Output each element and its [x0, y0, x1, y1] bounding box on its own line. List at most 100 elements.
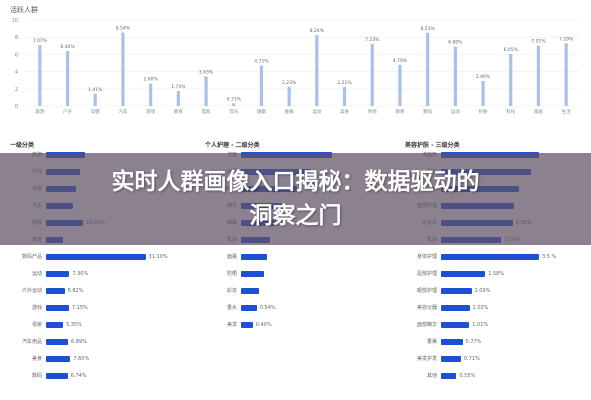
- breakdown-row[interactable]: 汽车用品 6.89%: [10, 337, 87, 346]
- bar[interactable]: [121, 32, 125, 106]
- row-value: 7.60%: [73, 355, 90, 362]
- row-bar: [441, 355, 461, 362]
- bar[interactable]: [370, 43, 374, 106]
- row-bar: [441, 372, 457, 379]
- bar[interactable]: [564, 43, 568, 106]
- row-bar-track: [441, 304, 470, 311]
- breakdown-row[interactable]: 面部精华 1.01%: [405, 320, 488, 329]
- row-label: 唇部护理: [416, 271, 437, 277]
- x-tick-label: 科技: [506, 108, 515, 115]
- breakdown-row[interactable]: 眼部护理 1.09%: [405, 286, 490, 295]
- row-bar: [241, 253, 268, 260]
- row-bar-track: [241, 270, 265, 277]
- row-value: 7.15%: [71, 304, 88, 311]
- bar-value-label: 8.51%: [421, 26, 436, 32]
- row-value: 1.02%: [472, 304, 489, 311]
- breakdown-row[interactable]: 游戏 7.15%: [10, 303, 88, 312]
- breakdown-row[interactable]: 户外运动 5.82%: [10, 286, 84, 295]
- breakdown-row[interactable]: 彩妆: [205, 286, 259, 295]
- row-label: 美容仪器: [416, 305, 437, 311]
- bar[interactable]: [176, 91, 180, 106]
- breakdown-row[interactable]: 母婴 5.35%: [10, 320, 82, 329]
- row-bar-track: [241, 321, 253, 328]
- row-value: 5.82%: [67, 287, 84, 294]
- bar[interactable]: [398, 64, 402, 106]
- row-bar-track: [441, 338, 463, 345]
- row-bar-track: [441, 287, 472, 294]
- bar-value-label: 2.23%: [282, 80, 297, 86]
- breakdown-row[interactable]: 运动 7.30%: [10, 269, 88, 278]
- bar[interactable]: [93, 93, 97, 106]
- headline-line-2: 洞察之门: [249, 203, 342, 229]
- breakdown-row[interactable]: 美容仪器 1.02%: [405, 303, 488, 312]
- bar[interactable]: [149, 83, 153, 106]
- breakdown-row[interactable]: 唇部护理 1.58%: [405, 269, 504, 278]
- x-tick-label: 教育: [395, 108, 404, 115]
- row-bar: [46, 253, 146, 260]
- row-label: 汽车用品: [21, 339, 42, 345]
- bar[interactable]: [259, 65, 264, 106]
- y-tick-label: 4: [15, 70, 18, 76]
- row-bar-track: [441, 355, 461, 362]
- bar[interactable]: [232, 103, 236, 106]
- row-bar-track: [441, 372, 457, 379]
- breakdown-row[interactable]: 美发护发 0.71%: [405, 354, 480, 363]
- row-bar-track: [441, 321, 470, 328]
- breakdown-row[interactable]: 美发 0.40%: [205, 320, 272, 329]
- row-label: 香薰: [426, 339, 437, 345]
- row-value: 1.58%: [488, 270, 505, 277]
- bar[interactable]: [65, 50, 70, 106]
- row-bar: [46, 321, 64, 328]
- row-bar-track: [46, 321, 64, 328]
- bar-value-label: 7.23%: [365, 37, 380, 43]
- breakdown-row[interactable]: 其他 0.55%: [405, 371, 475, 380]
- row-label: 身体护理: [416, 254, 437, 260]
- bar[interactable]: [453, 46, 457, 106]
- breakdown-row[interactable]: 防晒: [205, 269, 265, 278]
- bar[interactable]: [38, 45, 42, 106]
- x-tick-label: 汽车: [118, 108, 127, 115]
- row-bar-track: [46, 338, 69, 345]
- bar-value-label: 4.71%: [254, 58, 269, 64]
- row-label: 其他: [426, 373, 437, 379]
- breakdown-row[interactable]: 面霜: [205, 252, 268, 261]
- bar[interactable]: [536, 45, 541, 106]
- row-label: 数码: [31, 373, 42, 379]
- row-bar: [241, 304, 257, 311]
- bar-value-label: 6.40%: [60, 44, 75, 50]
- breakdown-row[interactable]: 香薰 0.77%: [405, 337, 481, 346]
- x-tick-label: 健康: [257, 108, 266, 115]
- bar[interactable]: [342, 86, 347, 106]
- breakdown-row[interactable]: 数码 6.74%: [10, 371, 86, 380]
- bar[interactable]: [315, 35, 319, 106]
- row-value: 5.35%: [66, 321, 82, 328]
- bar[interactable]: [481, 81, 485, 106]
- bar-value-label: 7.29%: [559, 36, 574, 42]
- row-label: 运动: [31, 271, 42, 277]
- row-value: 6.74%: [70, 372, 87, 379]
- bar-value-label: 8.54%: [116, 26, 131, 32]
- y-tick-label: 10: [12, 18, 18, 24]
- row-bar: [46, 304, 69, 311]
- breakdown-row[interactable]: 数码产品 31.10%: [10, 252, 168, 261]
- row-bar: [46, 270, 70, 277]
- top-bar-chart: 10 8 6 4 2 0 7.07% 旅游 6.40% 户外 1.41% 母婴 8.54% 汽车 2.60%…: [12, 18, 580, 115]
- breakdown-row[interactable]: 香水 0.54%: [205, 303, 276, 312]
- bar[interactable]: [426, 32, 430, 107]
- x-tick-label: 数码: [423, 108, 432, 115]
- bar[interactable]: [287, 86, 291, 106]
- row-bar: [46, 355, 71, 362]
- bar[interactable]: [509, 53, 513, 106]
- row-bar-track: [46, 304, 69, 311]
- x-tick-label: 母婴: [91, 109, 100, 115]
- row-label: 香水: [226, 305, 237, 311]
- breakdown-row[interactable]: 美食 7.60%: [10, 354, 89, 363]
- row-value: 31.10%: [148, 253, 168, 260]
- x-tick-label: 时尚: [368, 108, 377, 115]
- row-label: 美发护发: [416, 356, 437, 362]
- row-label: 眼部护理: [416, 288, 437, 294]
- bar[interactable]: [204, 76, 208, 106]
- breakdown-row[interactable]: 身体护理 3.5 %: [405, 252, 556, 261]
- row-label: 面部精华: [416, 322, 437, 328]
- bar-value-label: 6.90%: [448, 40, 463, 46]
